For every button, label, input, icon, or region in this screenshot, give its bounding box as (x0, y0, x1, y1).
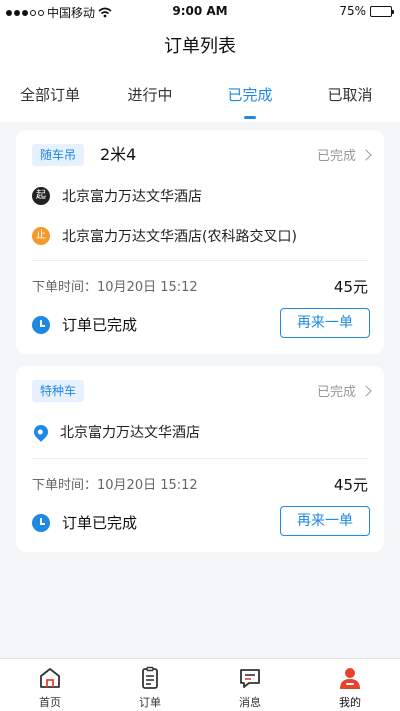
tab-in-progress[interactable]: 进行中 (100, 84, 200, 122)
order-completed: 订单已完成 (32, 512, 137, 533)
battery-icon (370, 5, 394, 17)
clock-icon (32, 513, 50, 532)
order-time-label: 下单时间： (32, 478, 98, 493)
order-tabs: 全部订单 进行中 已完成 已取消 (0, 84, 400, 122)
battery-percent: 75% (339, 4, 366, 18)
bottom-nav: 首页 订单 消息 我的 (0, 658, 400, 711)
location-address: 北京富力万达文华酒店 (31, 422, 200, 442)
order-time-label: 下单时间： (32, 280, 98, 295)
location-address-text: 北京富力万达文华酒店 (60, 425, 200, 441)
nav-orders[interactable]: 订单 (100, 659, 200, 711)
order-card[interactable]: 随车吊 2米4 已完成 起 北京富力万达文华酒店 止 北京富力万达文华酒店(农科… (16, 130, 384, 354)
vehicle-size: 2米4 (100, 145, 137, 164)
nav-home[interactable]: 首页 (0, 659, 100, 711)
chevron-right-icon (360, 148, 372, 161)
order-time-value: 10月20日 15:12 (97, 478, 198, 493)
divider (32, 260, 368, 261)
order-card[interactable]: 特种车 已完成 北京富力万达文华酒店 下单时间：10月20日 15:12 45元… (16, 366, 384, 552)
nav-profile-label: 我的 (339, 696, 361, 709)
page-title: 订单列表 (164, 36, 236, 57)
order-completed-text: 订单已完成 (62, 316, 138, 334)
tab-all[interactable]: 全部订单 (0, 84, 100, 122)
home-icon (40, 668, 60, 688)
order-status-label: 已完成 (316, 385, 356, 400)
message-icon (240, 669, 260, 688)
vehicle-type-tag: 随车吊 (32, 144, 85, 166)
end-address: 止 北京富力万达文华酒店(农科路交叉口) (32, 226, 297, 246)
order-completed-text: 订单已完成 (62, 514, 138, 532)
divider (32, 458, 368, 459)
order-price: 45元 (333, 278, 368, 296)
nav-messages[interactable]: 消息 (200, 659, 300, 711)
nav-messages-label: 消息 (239, 696, 261, 709)
order-time: 下单时间：10月20日 15:12 (32, 276, 198, 295)
status-bar: 中国移动 9:00 AM 75% (0, 0, 400, 24)
nav-home-label: 首页 (39, 696, 61, 709)
nav-orders-label: 订单 (139, 696, 161, 709)
reorder-button[interactable]: 再来一单 (280, 506, 370, 536)
nav-profile[interactable]: 我的 (300, 659, 400, 711)
order-time-value: 10月20日 15:12 (97, 280, 198, 295)
start-address: 起 北京富力万达文华酒店 (32, 186, 202, 206)
order-status-label: 已完成 (316, 149, 356, 164)
tab-cancelled[interactable]: 已取消 (300, 84, 400, 122)
order-status[interactable]: 已完成 (316, 381, 372, 400)
order-completed: 订单已完成 (32, 314, 137, 335)
reorder-button[interactable]: 再来一单 (280, 308, 370, 338)
profile-icon (340, 668, 360, 689)
order-icon (142, 666, 158, 689)
order-time: 下单时间：10月20日 15:12 (32, 474, 198, 493)
clock-icon (32, 315, 50, 334)
battery-info: 75% (339, 4, 394, 18)
start-icon: 起 (32, 187, 50, 205)
tab-completed[interactable]: 已完成 (200, 84, 300, 122)
end-address-text: 北京富力万达文华酒店(农科路交叉口) (62, 229, 297, 245)
location-pin-icon (31, 422, 51, 442)
start-address-text: 北京富力万达文华酒店 (62, 189, 202, 205)
order-price: 45元 (333, 476, 368, 494)
chevron-right-icon (360, 384, 372, 397)
header: 中国移动 9:00 AM 75% 订单列表 全部订单 进行中 已完成 已取消 (0, 0, 400, 122)
end-icon: 止 (32, 227, 50, 245)
order-status[interactable]: 已完成 (316, 145, 372, 164)
vehicle-type-tag: 特种车 (32, 380, 85, 402)
